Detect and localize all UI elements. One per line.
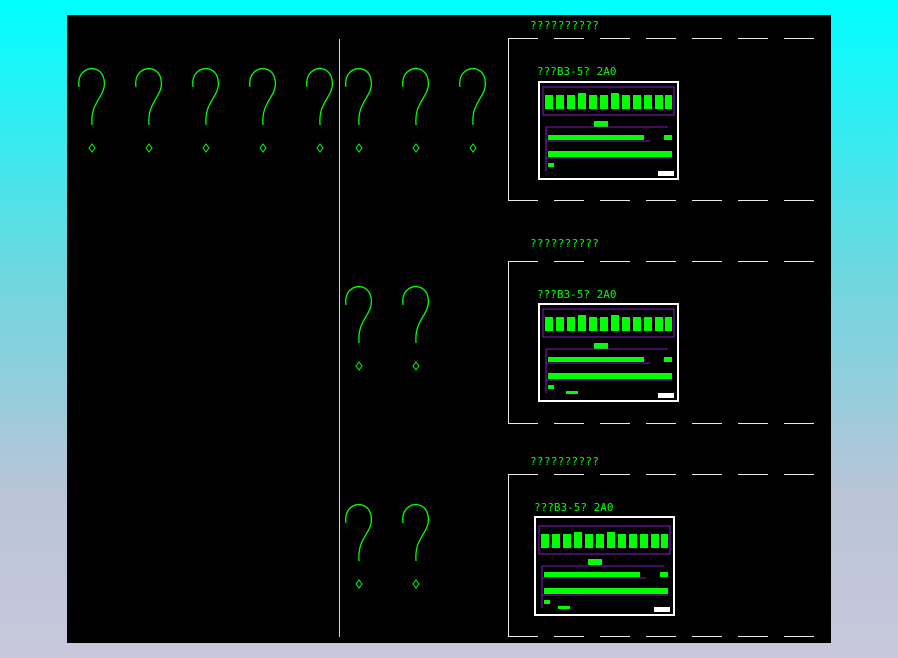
drawing-sheet-thumbnail[interactable]: [538, 81, 679, 180]
panel-caption: ??????????: [530, 455, 600, 468]
question-glyph-icon: [340, 501, 376, 591]
question-glyph-icon: [73, 65, 109, 155]
panel-caption: ??????????: [530, 19, 600, 32]
question-glyph-icon: [454, 65, 490, 155]
drawing-label: ???B3-5? 2A0: [537, 65, 617, 78]
question-glyph-icon: [301, 65, 337, 155]
drawing-label: ???B3-5? 2A0: [537, 288, 617, 301]
question-glyph-icon: [397, 65, 433, 155]
panel-caption: ??????????: [530, 237, 600, 250]
question-glyph-icon: [187, 65, 223, 155]
question-glyph-icon: [130, 65, 166, 155]
question-glyph-icon: [340, 65, 376, 155]
question-glyph-icon: [397, 501, 433, 591]
question-glyph-icon: [244, 65, 280, 155]
schematic-icon: [542, 308, 675, 398]
question-glyph-icon: [397, 283, 433, 373]
drawing-sheet-thumbnail[interactable]: [534, 516, 675, 616]
cad-canvas[interactable]: ?????????? ???B3-5? 2A0 ?????????? ???B3…: [67, 15, 831, 643]
schematic-icon: [542, 86, 675, 176]
drawing-sheet-thumbnail[interactable]: [538, 303, 679, 402]
question-glyph-icon: [340, 283, 376, 373]
drawing-label: ???B3-5? 2A0: [534, 501, 614, 514]
schematic-icon: [538, 525, 671, 612]
